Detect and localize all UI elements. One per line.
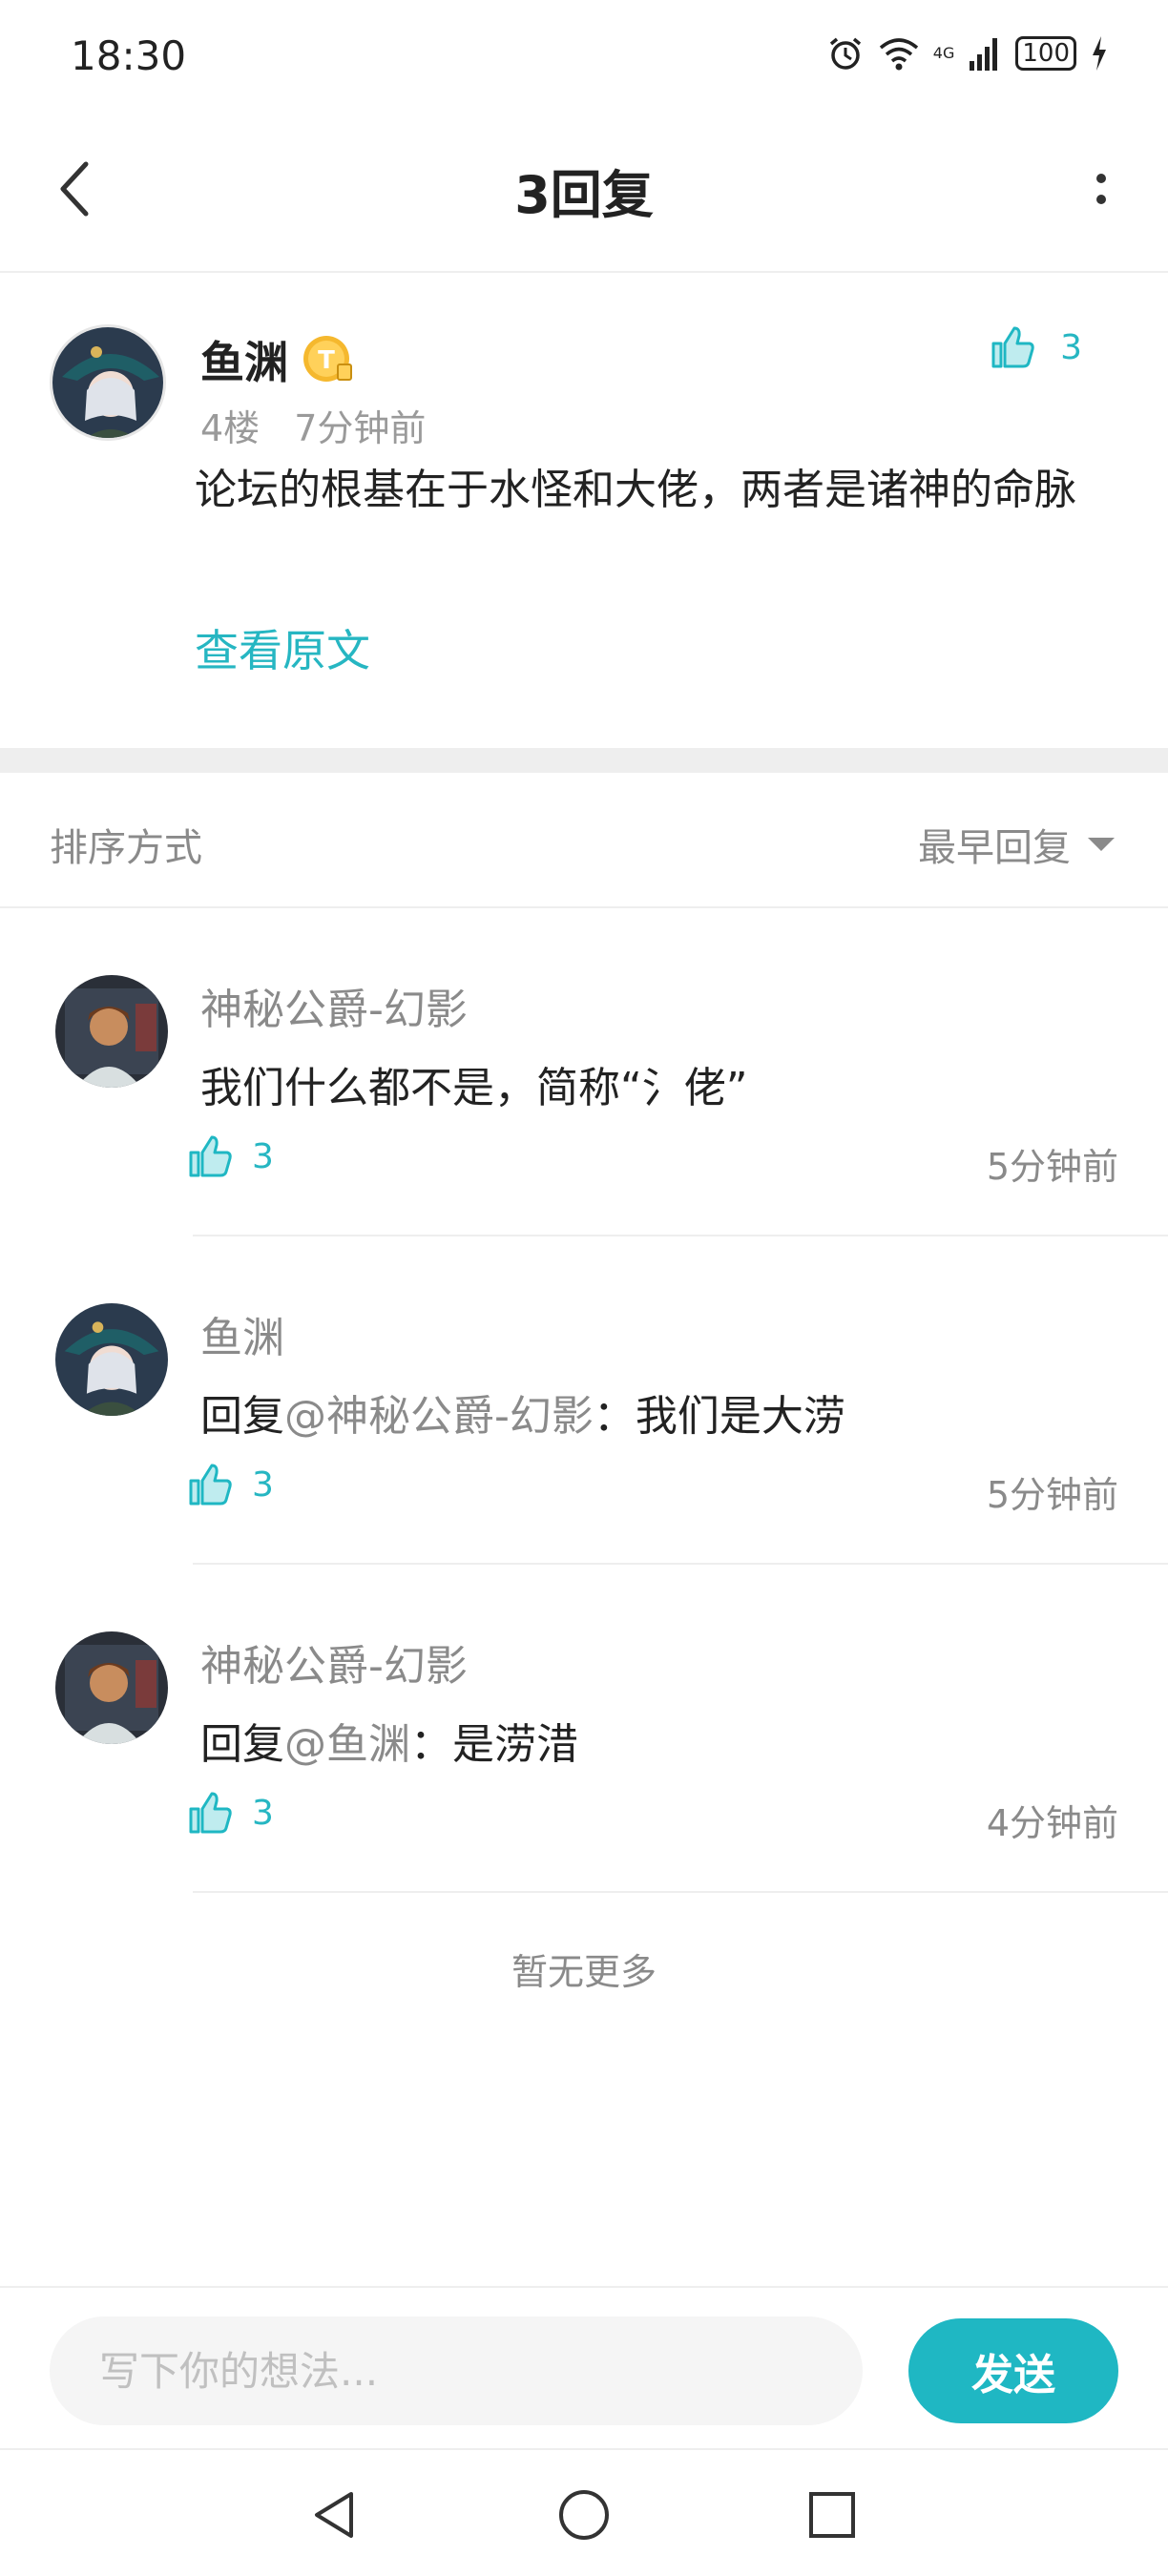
like-count: 3 bbox=[252, 1793, 274, 1833]
reply-time: 5分钟前 bbox=[986, 1474, 1118, 1516]
reply-time: 5分钟前 bbox=[986, 1146, 1118, 1188]
badge-icon: T bbox=[303, 336, 352, 382]
divider bbox=[193, 1891, 1168, 1893]
reply-item: 神秘公爵-幻影 我们什么都不是，简称“氵佬” 3 5分钟前 bbox=[0, 908, 1168, 1236]
nav-back-button[interactable] bbox=[298, 2477, 374, 2553]
caret-down-icon bbox=[1088, 838, 1115, 851]
nav-home-icon bbox=[559, 2490, 609, 2540]
reply-prefix: 回复 bbox=[200, 1392, 284, 1441]
like-count: 3 bbox=[252, 1465, 274, 1505]
nav-back-icon bbox=[315, 2492, 353, 2538]
reply-text: ：我们是大涝 bbox=[593, 1392, 845, 1441]
floor-number: 4楼 bbox=[200, 407, 261, 449]
comment-input-bar: 发送 bbox=[0, 2286, 1168, 2448]
section-separator bbox=[0, 748, 1168, 773]
reply-mention[interactable]: @鱼渊 bbox=[284, 1720, 410, 1769]
nav-home-button[interactable] bbox=[546, 2477, 622, 2553]
system-nav-bar bbox=[0, 2448, 1168, 2576]
reply-author[interactable]: 神秘公爵-幻影 bbox=[200, 1631, 468, 1693]
thumbs-up-icon bbox=[189, 1792, 232, 1834]
sort-row: 排序方式 最早回复 bbox=[0, 773, 1168, 908]
battery-level: 100 bbox=[1015, 36, 1076, 71]
reply-author[interactable]: 鱼渊 bbox=[200, 1303, 284, 1364]
reply-item: 鱼渊 回复@神秘公爵-幻影：我们是大涝 3 5分钟前 bbox=[0, 1236, 1168, 1565]
avatar[interactable] bbox=[50, 324, 166, 441]
thumbs-up-icon bbox=[189, 1135, 232, 1177]
more-button[interactable] bbox=[1074, 153, 1128, 225]
like-button[interactable]: 3 bbox=[990, 324, 1082, 370]
reply-text: 我们什么都不是，简称“氵佬” bbox=[200, 1064, 748, 1112]
post-time: 7分钟前 bbox=[294, 407, 427, 449]
sort-dropdown[interactable]: 最早回复 bbox=[918, 817, 1115, 872]
status-time: 18:30 bbox=[71, 32, 187, 79]
network-type: 4G bbox=[932, 44, 955, 62]
charging-icon bbox=[1093, 36, 1106, 71]
badge-label: T bbox=[318, 346, 335, 375]
more-icon-dot bbox=[1096, 195, 1106, 204]
send-button[interactable]: 发送 bbox=[908, 2318, 1118, 2423]
nav-recents-button[interactable] bbox=[794, 2477, 870, 2553]
view-original-link[interactable]: 查看原文 bbox=[195, 616, 370, 679]
comment-input[interactable] bbox=[50, 2316, 863, 2425]
like-button[interactable]: 3 bbox=[187, 1133, 274, 1179]
like-count: 3 bbox=[1060, 327, 1082, 367]
reply-author[interactable]: 神秘公爵-幻影 bbox=[200, 975, 468, 1036]
reply-content: 我们什么都不是，简称“氵佬” bbox=[200, 1053, 748, 1114]
post-meta: 4楼 7分钟前 bbox=[200, 399, 426, 451]
reply-time: 4分钟前 bbox=[986, 1802, 1118, 1844]
like-button[interactable]: 3 bbox=[187, 1790, 274, 1836]
status-icons: 4G 100 bbox=[826, 34, 1109, 73]
reply-prefix: 回复 bbox=[200, 1720, 284, 1769]
avatar[interactable] bbox=[55, 1303, 168, 1416]
header: 3回复 bbox=[0, 114, 1168, 273]
reply-item: 神秘公爵-幻影 回复@鱼渊：是涝㳻 3 4分钟前 bbox=[0, 1565, 1168, 1893]
sort-label: 排序方式 bbox=[50, 826, 202, 870]
alarm-icon bbox=[829, 37, 861, 70]
thumbs-up-icon bbox=[991, 326, 1034, 368]
status-bar: 18:30 4G 100 bbox=[0, 0, 1168, 114]
reply-mention[interactable]: @神秘公爵-幻影 bbox=[284, 1392, 594, 1441]
like-button[interactable]: 3 bbox=[187, 1462, 274, 1507]
thumbs-up-icon bbox=[189, 1464, 232, 1506]
avatar[interactable] bbox=[55, 1631, 168, 1744]
avatar[interactable] bbox=[55, 975, 168, 1088]
no-more-label: 暂无更多 bbox=[511, 1951, 657, 1993]
page-title: 3回复 bbox=[514, 165, 654, 225]
main-comment: 鱼渊 T 3 4楼 7分钟前 论坛的根基在于水怪和大佬，两者是诸神的命脉 查看原文 bbox=[0, 275, 1168, 748]
signal-icon bbox=[970, 38, 998, 71]
author-name[interactable]: 鱼渊 bbox=[200, 328, 288, 391]
reply-detail-page: 18:30 4G 100 3回复 鱼渊 T 3 4楼 7分钟前 论坛的根基在于水… bbox=[0, 0, 1168, 2576]
sort-value: 最早回复 bbox=[918, 826, 1071, 870]
like-count: 3 bbox=[252, 1136, 274, 1176]
more-icon bbox=[1096, 174, 1106, 183]
battery-icon: 100 bbox=[1015, 36, 1076, 71]
reply-content: 回复@神秘公爵-幻影：我们是大涝 bbox=[200, 1381, 845, 1443]
nav-recents-icon bbox=[809, 2492, 855, 2538]
wifi-icon bbox=[879, 38, 918, 71]
reply-content: 回复@鱼渊：是涝㳻 bbox=[200, 1710, 578, 1771]
comment-content: 论坛的根基在于水怪和大佬，两者是诸神的命脉 bbox=[195, 466, 1076, 514]
reply-text: ：是涝㳻 bbox=[410, 1720, 578, 1769]
